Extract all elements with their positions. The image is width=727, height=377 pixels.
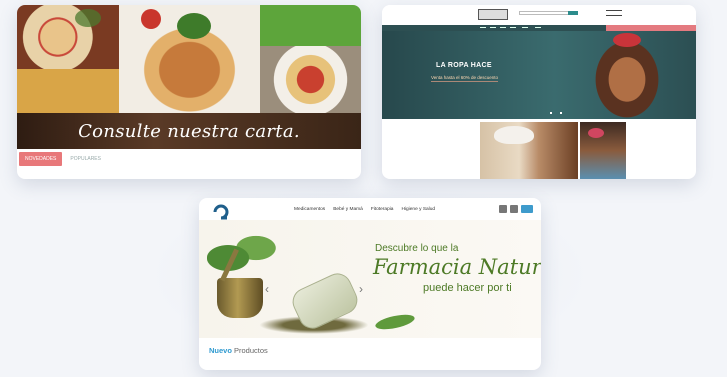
hero-line-3: puede hacer por ti: [423, 282, 512, 294]
nav-item[interactable]: [500, 27, 506, 28]
menu-banner-text: Consulte nuestra carta.: [78, 120, 300, 142]
nav-bebe-mama[interactable]: Bebé y Mamá: [333, 207, 363, 212]
orange-tile: [17, 69, 119, 113]
product-tabs: NOVEDADES POPULARES: [17, 151, 101, 167]
search-icon[interactable]: [499, 205, 507, 213]
hero-line-2: Farmacia Natural: [373, 255, 541, 279]
leaf-photo: [374, 311, 416, 333]
restaurant-template-card[interactable]: Consulte nuestra carta. NOVEDADES POPULA…: [17, 5, 361, 179]
menu-banner[interactable]: Consulte nuestra carta.: [17, 113, 361, 149]
section-heading-text: Productos: [234, 346, 268, 355]
herb-plant-photo: [207, 228, 277, 278]
tab-novedades[interactable]: NOVEDADES: [19, 152, 63, 166]
product-photo-flowers[interactable]: [580, 122, 626, 179]
header-actions: [499, 205, 533, 213]
lasagna-photo: [119, 5, 260, 113]
fashion-header: [382, 5, 696, 25]
pharmacy-template-card[interactable]: Medicamentos Bebé y Mamá Fitoterapia Hig…: [199, 198, 541, 370]
slider-dots[interactable]: [550, 112, 562, 114]
nav-item[interactable]: [522, 27, 528, 28]
section-heading-accent: Nuevo: [209, 346, 232, 355]
green-tile: [260, 5, 361, 46]
cart-icon[interactable]: [521, 205, 533, 213]
pharmacy-hero: ‹ › Descubre lo que la Farmacia Natural …: [199, 220, 541, 338]
chevron-left-icon[interactable]: ‹: [265, 282, 269, 296]
hero-subtitle[interactable]: Venta hasta el 60% de descuento: [431, 75, 499, 82]
model-photo: [587, 31, 667, 119]
nav-item[interactable]: [535, 27, 541, 28]
hero-title: LA ROPA HACE: [436, 62, 492, 69]
pizza-photo: [17, 5, 119, 69]
fashion-logo: [478, 9, 508, 20]
pharmacy-logo-icon[interactable]: [211, 204, 231, 220]
account-menu[interactable]: [606, 10, 622, 16]
fashion-search-button[interactable]: [568, 11, 578, 15]
mortar-photo: [217, 278, 263, 318]
nav-medicamentos[interactable]: Medicamentos: [294, 207, 325, 212]
pasta-plate-photo: [260, 46, 361, 113]
section-heading: Nuevo Productos: [209, 346, 268, 355]
nav-item[interactable]: [490, 27, 496, 28]
pharmacy-nav: Medicamentos Bebé y Mamá Fitoterapia Hig…: [294, 207, 435, 212]
chevron-right-icon[interactable]: ›: [359, 282, 363, 296]
nav-item[interactable]: [510, 27, 516, 28]
fashion-template-card[interactable]: LA ROPA HACE Venta hasta el 60% de descu…: [382, 5, 696, 179]
tab-populares[interactable]: POPULARES: [70, 156, 101, 162]
nav-item[interactable]: [480, 27, 486, 28]
product-photo-headwrap[interactable]: [480, 122, 578, 179]
user-icon[interactable]: [510, 205, 518, 213]
nav-higiene-salud[interactable]: Higiene y Salud: [401, 207, 435, 212]
hero-line-1: Descubre lo que la: [375, 243, 459, 254]
nav-fitoterapia[interactable]: Fitoterapia: [371, 207, 394, 212]
